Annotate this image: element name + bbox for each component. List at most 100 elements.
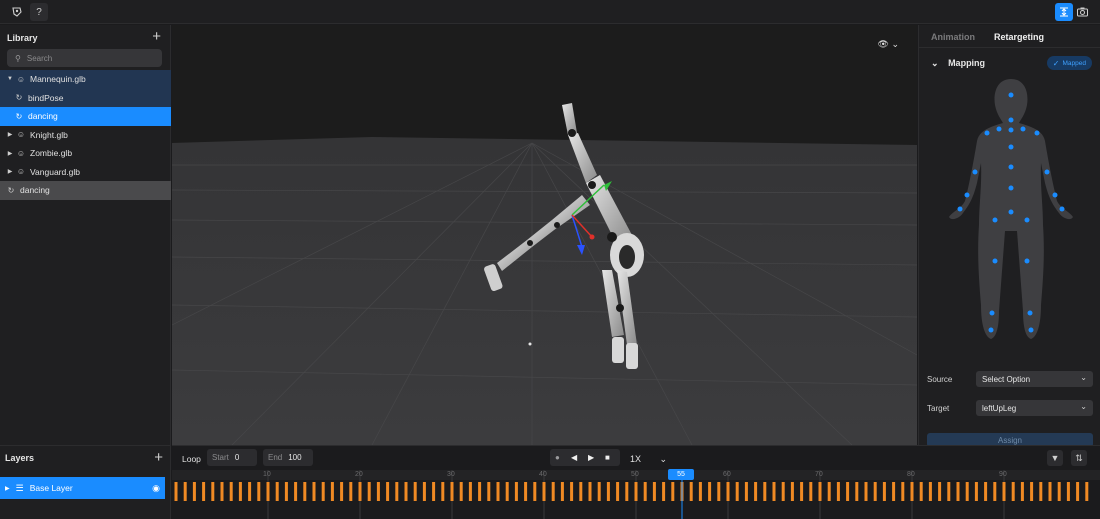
keyframe-marker[interactable] [340,482,344,501]
keyframe-marker[interactable] [1020,482,1024,501]
keyframe-marker[interactable] [321,482,325,501]
keyframe-marker[interactable] [698,482,702,501]
add-asset-icon[interactable]: + [152,29,161,44]
keyframe-marker[interactable] [1030,482,1034,501]
search-input[interactable]: ⚲ Search [7,49,162,67]
keyframe-marker[interactable] [468,482,472,501]
keyframe-marker[interactable] [846,482,850,501]
keyframe-marker[interactable] [478,482,482,501]
keyframe-marker[interactable] [864,482,868,501]
keyframe-marker[interactable] [248,482,252,501]
keyframe-marker[interactable] [809,482,813,501]
tree-item-knight[interactable]: ▶ ☺ Knight.glb [0,126,171,145]
tab-retargeting[interactable]: Retargeting [994,32,1044,42]
keyframe-marker[interactable] [496,482,500,501]
record-icon[interactable]: ● [555,453,560,462]
keyframe-marker[interactable] [1048,482,1052,501]
scene-canvas[interactable] [172,25,917,445]
keyframe-marker[interactable] [928,482,932,501]
keyframe-marker[interactable] [938,482,942,501]
target-select[interactable]: leftUpLeg ⌄ [976,400,1093,416]
keyframe-marker[interactable] [450,482,454,501]
keyframe-marker[interactable] [800,482,804,501]
3d-viewport[interactable]: 👁︎ ⌄ [172,25,917,445]
keyframe-marker[interactable] [634,482,638,501]
keyframe-marker[interactable] [1076,482,1080,501]
keyframe-marker[interactable] [892,482,896,501]
keyframe-marker[interactable] [542,482,546,501]
eye-icon[interactable]: ◉ [152,483,160,494]
keyframe-marker[interactable] [974,482,978,501]
keyframe-marker[interactable] [901,482,905,501]
keyframe-marker[interactable] [652,482,656,501]
skeleton-body-map[interactable] [945,75,1077,343]
retarget-mode-icon[interactable] [1055,3,1073,21]
keyframe-marker[interactable] [376,482,380,501]
keyframe-marker[interactable] [597,482,601,501]
tab-animation[interactable]: Animation [931,32,975,42]
keyframe-marker[interactable] [606,482,610,501]
tree-item-dancing[interactable]: ↻ dancing [0,107,171,126]
keyframe-marker[interactable] [533,482,537,501]
camera-icon[interactable] [1073,3,1091,21]
tree-item-dancing-clip[interactable]: ↻ dancing [0,181,171,200]
keyframe-marker[interactable] [744,482,748,501]
keyframe-marker[interactable] [717,482,721,501]
source-select[interactable]: Select Option ⌄ [976,371,1093,387]
keyframe-marker[interactable] [984,482,988,501]
keyframe-marker[interactable] [1039,482,1043,501]
keyframe-marker[interactable] [754,482,758,501]
keyframe-marker[interactable] [367,482,371,501]
keyframe-marker[interactable] [1066,482,1070,501]
keyframe-marker[interactable] [432,482,436,501]
keyframe-marker[interactable] [993,482,997,501]
keyframe-marker[interactable] [662,482,666,501]
keyframe-marker[interactable] [192,482,196,501]
keyframe-marker[interactable] [395,482,399,501]
keyframe-marker[interactable] [726,482,730,501]
keyframe-marker[interactable] [505,482,509,501]
playhead-frame-badge[interactable]: 55 [668,469,694,480]
keyframe-marker[interactable] [459,482,463,501]
chevron-down-icon[interactable]: ▼ [5,76,15,82]
keyframe-marker[interactable] [238,482,242,501]
tree-item-mannequin[interactable]: ▼ ☺ Mannequin.glb [0,70,171,89]
keyframe-marker[interactable] [229,482,233,501]
keyframe-marker[interactable] [965,482,969,501]
keyframe-marker[interactable] [275,482,279,501]
keyframe-marker[interactable] [303,482,307,501]
keyframe-marker[interactable] [349,482,353,501]
keyframe-marker[interactable] [294,482,298,501]
start-field[interactable]: Start 0 [207,449,257,466]
keyframe-marker[interactable] [855,482,859,501]
tree-item-bindpose[interactable]: ↻ bindPose [0,88,171,107]
fit-timeline-icon[interactable]: ⇅ [1071,450,1087,466]
keyframe-marker[interactable] [441,482,445,501]
keyframe-marker[interactable] [671,482,675,501]
keyframe-marker[interactable] [174,482,178,501]
visibility-menu[interactable]: 👁︎ ⌄ [878,39,900,50]
keyframe-marker[interactable] [257,482,261,501]
keyframe-marker[interactable] [330,482,334,501]
keyframe-marker[interactable] [1002,482,1006,501]
keyframe-marker[interactable] [790,482,794,501]
keyframe-marker[interactable] [781,482,785,501]
keyframe-marker[interactable] [818,482,822,501]
layer-row-base[interactable]: ▶ ☰ Base Layer ◉ [0,477,165,499]
stop-icon[interactable]: ■ [605,453,610,462]
keyframe-marker[interactable] [358,482,362,501]
chevron-right-icon[interactable]: ▶ [5,485,10,492]
keyframe-marker[interactable] [560,482,564,501]
help-icon[interactable]: ? [30,3,48,21]
keyframe-marker[interactable] [616,482,620,501]
keyframe-marker[interactable] [827,482,831,501]
speed-select[interactable]: 1X ⌄ [630,454,667,465]
keyframe-marker[interactable] [735,482,739,501]
keyframe-marker[interactable] [220,482,224,501]
keyframe-marker[interactable] [551,482,555,501]
chevron-right-icon[interactable]: ▶ [5,150,15,157]
add-layer-icon[interactable]: + [154,450,163,465]
keyframe-marker[interactable] [588,482,592,501]
play-backward-icon[interactable]: ◀ [571,453,577,462]
tree-item-zombie[interactable]: ▶ ☺ Zombie.glb [0,144,171,163]
